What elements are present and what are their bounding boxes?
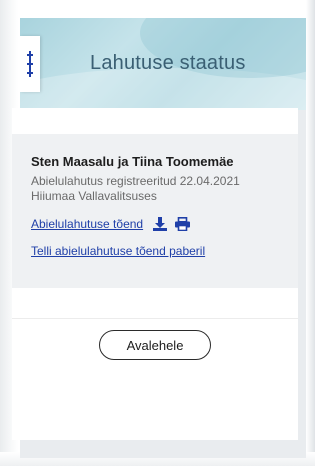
order-paper-certificate-link[interactable]: Telli abielulahutuse tõend paberil — [31, 244, 298, 258]
page-header: Lahutuse staatus — [20, 18, 306, 110]
card-divider — [12, 318, 298, 319]
page-title: Lahutuse staatus — [90, 52, 246, 74]
registration-line: Abielulahutus registreeritud 22.04.2021 — [31, 174, 240, 188]
status-card: Sten Maasalu ja Tiina Toomemäe Abielulah… — [12, 108, 298, 440]
frame-shadow-right — [306, 0, 315, 466]
couple-names: Sten Maasalu ja Tiina Toomemäe — [31, 154, 234, 169]
certificate-link[interactable]: Abielulahutuse tõend — [31, 217, 143, 231]
print-icon[interactable] — [175, 217, 191, 232]
home-button[interactable]: Avalehele — [99, 330, 211, 360]
card-top-spacer — [12, 108, 298, 134]
certificate-row: Abielulahutuse tõend — [31, 216, 298, 232]
registration-authority: Hiiumaa Vallavalitsuses — [31, 189, 157, 203]
download-icon[interactable] — [153, 217, 168, 231]
app-frame: Lahutuse staatus Sten Maasalu ja Tiina T… — [0, 0, 315, 466]
divorce-info-panel: Sten Maasalu ja Tiina Toomemäe Abielulah… — [12, 134, 298, 288]
menu-icon — [27, 51, 33, 77]
menu-button[interactable] — [20, 36, 40, 92]
